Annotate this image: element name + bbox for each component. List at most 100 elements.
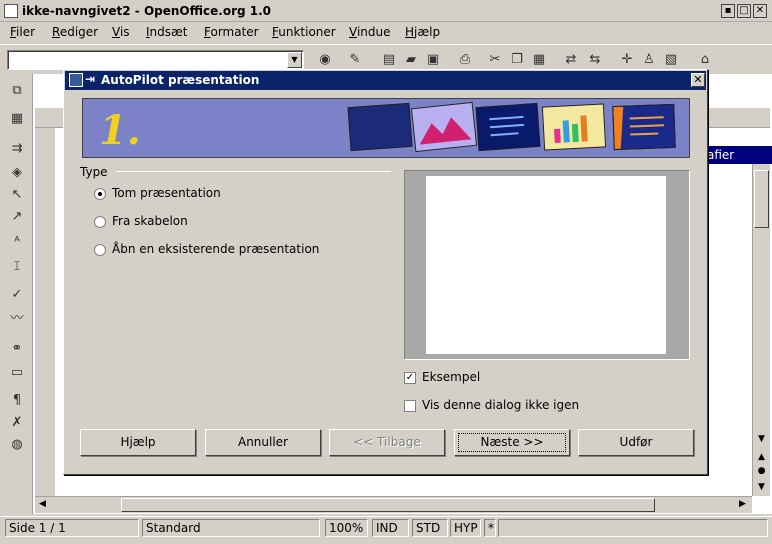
- delete-icon[interactable]: ✗: [8, 414, 26, 432]
- radio-button[interactable]: [94, 244, 106, 256]
- text-cursor-icon[interactable]: 𝙸: [8, 258, 26, 276]
- find-binoculars-icon[interactable]: ⚭: [8, 340, 26, 358]
- edit-file-icon[interactable]: ✎: [346, 51, 364, 69]
- pin-icon: ⇥: [85, 72, 96, 86]
- preview-checkbox[interactable]: ✓: [404, 372, 416, 384]
- preview-frame: [404, 170, 690, 360]
- globe-icon[interactable]: ◍: [8, 436, 26, 454]
- horizontal-scrollbar[interactable]: ◀ ▶: [35, 496, 752, 513]
- bezier-icon[interactable]: ↗: [8, 208, 26, 226]
- dialog-close-button[interactable]: ✕: [691, 73, 705, 87]
- scroll-right-icon[interactable]: ▶: [735, 497, 750, 512]
- draw-connector-icon[interactable]: ⧉: [8, 82, 26, 100]
- datasource-icon[interactable]: ▭: [8, 364, 26, 382]
- select-pointer-icon[interactable]: ↖: [8, 186, 26, 204]
- minimize-button[interactable]: ▪: [721, 4, 735, 18]
- slide-thumbnail-icon: [347, 102, 413, 152]
- radio-button[interactable]: [94, 216, 106, 228]
- preview-checkbox-label: Eksempel: [422, 370, 481, 384]
- menu-vindue[interactable]: Vindue: [349, 25, 391, 39]
- option-label: Fra skabelon: [112, 214, 188, 228]
- spellcheck-icon[interactable]: ✓: [8, 286, 26, 304]
- menubar: Filer Rediger Vis Indsæt Formater Funkti…: [0, 22, 772, 42]
- window-titlebar: ikke-navngivet2 - OpenOffice.org 1.0 ▪ □…: [0, 0, 772, 22]
- new-document-icon[interactable]: ▤: [380, 51, 398, 69]
- maximize-button[interactable]: □: [737, 4, 751, 18]
- navigation-icon[interactable]: ●: [754, 464, 769, 479]
- menu-hjaelp[interactable]: Hjælp: [405, 25, 440, 39]
- autopilot-dialog: ⇥ AutoPilot præsentation ✕ 1. Type Tom p…: [63, 69, 708, 475]
- navigator-icon[interactable]: ✛: [618, 51, 636, 69]
- vertical-ruler[interactable]: [35, 128, 55, 498]
- paste-icon[interactable]: ▦: [530, 51, 548, 69]
- dialog-title: AutoPilot præsentation: [101, 73, 260, 87]
- nonprinting-chars-icon[interactable]: ¶: [8, 392, 26, 410]
- menu-funktioner[interactable]: Funktioner: [272, 25, 336, 39]
- menu-formater[interactable]: Formater: [204, 25, 259, 39]
- app-icon: [4, 4, 18, 18]
- undo-icon[interactable]: ⇄: [562, 51, 580, 69]
- radio-button[interactable]: [94, 188, 106, 200]
- table-icon[interactable]: ▦: [8, 110, 26, 128]
- menu-indsaet[interactable]: Indsæt: [146, 25, 188, 39]
- step-banner: 1.: [82, 98, 690, 158]
- home-icon[interactable]: ⌂: [696, 51, 714, 69]
- autospell-icon[interactable]: ᴬ: [8, 234, 26, 252]
- record-icon[interactable]: ◉: [316, 51, 334, 69]
- form-icon[interactable]: ◈: [8, 164, 26, 182]
- option-label: Åbn en eksisterende præsentation: [112, 242, 320, 256]
- prev-page-icon[interactable]: ▲: [754, 450, 769, 465]
- status-modified: *: [484, 519, 496, 537]
- vertical-scrollbar[interactable]: ▼ ▲ ● ▼: [752, 164, 770, 496]
- cancel-button[interactable]: Annuller: [205, 429, 321, 456]
- dont-show-again-checkbox[interactable]: [404, 400, 416, 412]
- slide-orange-icon: [612, 103, 676, 151]
- preview-page: [426, 176, 666, 354]
- main-toolbar: ⧉ ▦ ⇉ ◈ ↖ ↗ ᴬ 𝙸 ✓ 〰 ⚭ ▭ ¶ ✗ ◍: [0, 74, 33, 514]
- status-hyp[interactable]: HYP: [450, 519, 481, 537]
- save-icon[interactable]: ▣: [424, 51, 442, 69]
- status-ind[interactable]: IND: [372, 519, 409, 537]
- scroll-down-icon[interactable]: ▼: [754, 432, 769, 447]
- insert-fields-icon[interactable]: ⇉: [8, 140, 26, 158]
- window-title: ikke-navngivet2 - OpenOffice.org 1.0: [22, 4, 272, 18]
- navigator-strip[interactable]: afier: [705, 146, 772, 164]
- next-page-icon[interactable]: ▼: [754, 480, 769, 495]
- status-zoom[interactable]: 100%: [325, 519, 368, 537]
- dialog-titlebar[interactable]: ⇥ AutoPilot præsentation ✕: [65, 71, 706, 90]
- vertical-scroll-thumb[interactable]: [754, 170, 769, 228]
- style-combo[interactable]: ▼: [7, 50, 304, 70]
- status-page: Side 1 / 1: [5, 519, 139, 537]
- open-folder-icon[interactable]: ▰: [402, 51, 420, 69]
- status-info: [498, 519, 768, 537]
- close-button[interactable]: ✕: [753, 4, 767, 18]
- menu-vis[interactable]: Vis: [112, 25, 130, 39]
- type-group-label: Type: [80, 165, 108, 179]
- status-style[interactable]: Standard: [142, 519, 320, 537]
- dont-show-again-label: Vis denne dialog ikke igen: [422, 398, 580, 412]
- menu-rediger[interactable]: Rediger: [52, 25, 98, 39]
- chevron-down-icon[interactable]: ▼: [287, 52, 302, 68]
- print-icon[interactable]: ⎙: [456, 51, 474, 69]
- slide-list-icon: [475, 102, 541, 152]
- cut-icon[interactable]: ✂: [486, 51, 504, 69]
- type-group-separator: [116, 171, 391, 172]
- horizontal-scroll-thumb[interactable]: [121, 498, 655, 512]
- finish-button[interactable]: Udfør: [578, 429, 694, 456]
- status-std[interactable]: STD: [412, 519, 448, 537]
- back-button[interactable]: << Tilbage: [329, 429, 445, 456]
- redo-icon[interactable]: ⇆: [586, 51, 604, 69]
- slide-chart-icon: [541, 103, 607, 151]
- gallery-icon[interactable]: ▧: [662, 51, 680, 69]
- copy-icon[interactable]: ❐: [508, 51, 526, 69]
- stylist-icon[interactable]: ♙: [640, 51, 658, 69]
- autospellcheck-icon[interactable]: 〰: [8, 310, 26, 328]
- scroll-left-icon[interactable]: ◀: [35, 497, 50, 512]
- slide-mountains-icon: [410, 101, 478, 153]
- function-toolbar: ▼ ◉ ✎ ▤ ▰ ▣ ⎙ ✂ ❐ ▦ ⇄ ⇆ ✛ ♙ ▧ ⌂: [0, 44, 772, 72]
- menu-filer[interactable]: Filer: [10, 25, 35, 39]
- help-button[interactable]: Hjælp: [80, 429, 196, 456]
- option-label: Tom præsentation: [112, 186, 221, 200]
- next-button[interactable]: Næste >>: [454, 429, 570, 456]
- next-button-label: Næste >>: [458, 433, 566, 452]
